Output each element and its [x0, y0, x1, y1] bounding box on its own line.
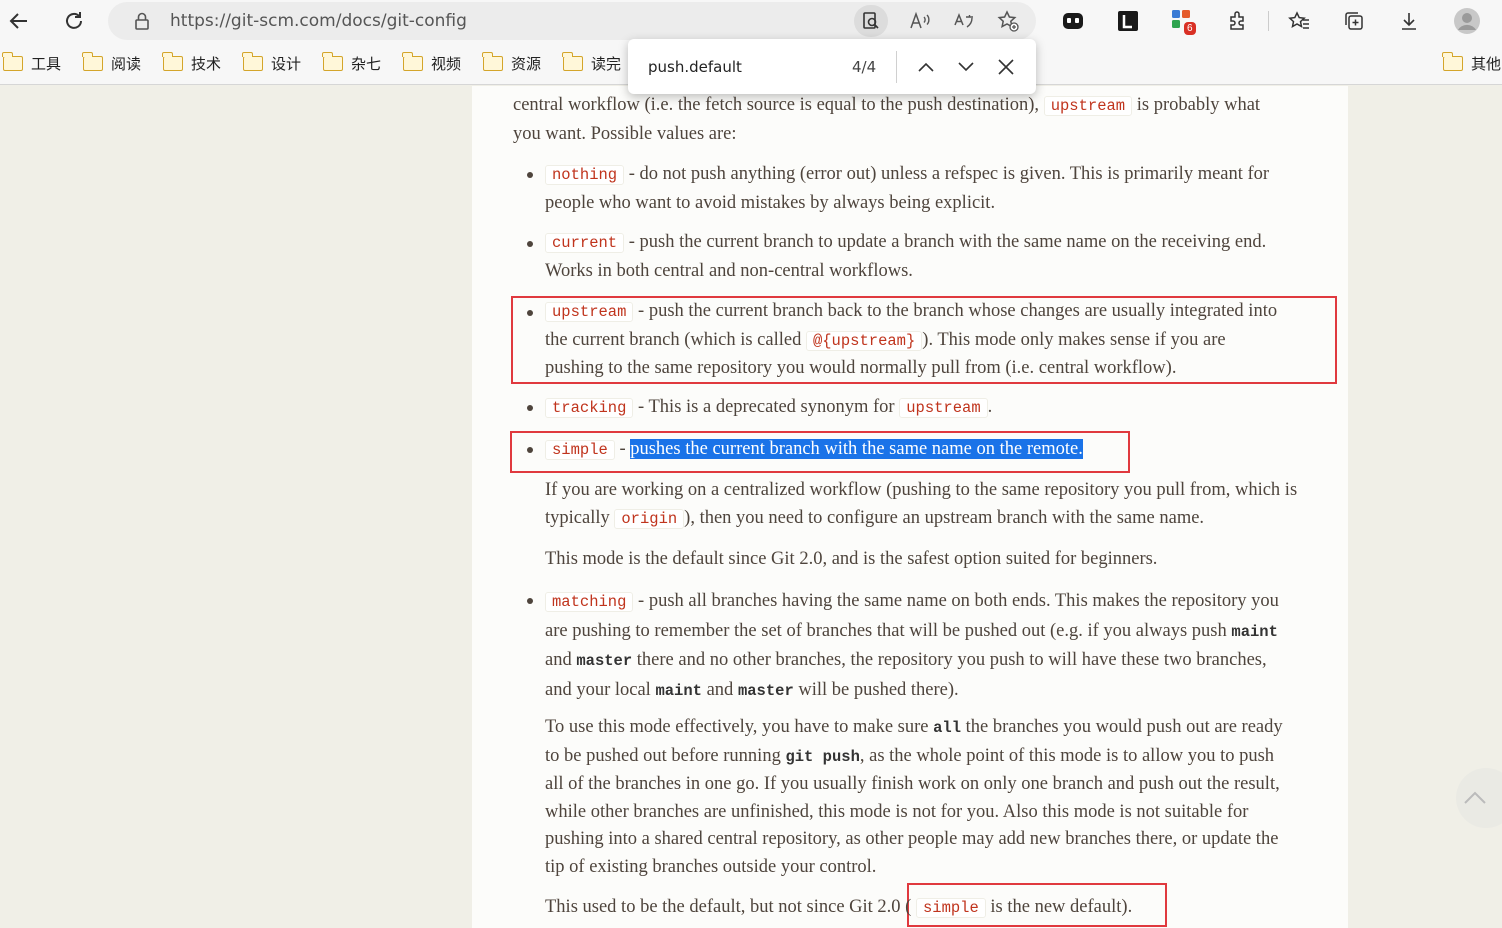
page-viewport[interactable]: central workflow (i.e. the fetch source … [0, 86, 1502, 928]
lock-icon[interactable] [126, 5, 158, 37]
list-item-upstream: upstream - push the current branch back … [545, 301, 1278, 378]
list-item-matching: matching - push all branches having the … [545, 591, 1279, 700]
bullet [527, 405, 533, 411]
read-aloud-icon[interactable] [904, 5, 936, 37]
back-icon[interactable] [3, 5, 35, 37]
bookmark-folder-video[interactable]: 视频 [402, 51, 461, 74]
list-item-current: current - push the current branch to upd… [545, 232, 1267, 281]
code-simple: simple [545, 440, 615, 460]
folder-icon [242, 51, 263, 71]
bullet [527, 310, 533, 316]
bookmark-folder-reading[interactable]: 阅读 [82, 51, 141, 74]
folder-icon [482, 51, 503, 71]
folder-icon [1442, 51, 1463, 71]
extension-icon[interactable] [1057, 5, 1089, 37]
simple-paragraph-2: This mode is the default since Git 2.0, … [545, 549, 1158, 569]
reader-extension-icon[interactable] [1112, 5, 1144, 37]
folder-icon [82, 51, 103, 71]
folder-icon [402, 51, 423, 71]
scroll-to-top-button[interactable] [1456, 768, 1502, 828]
extensions-icon[interactable] [1222, 5, 1254, 37]
list-item-nothing: nothing - do not push anything (error ou… [545, 164, 1270, 213]
list-item-tracking: tracking - This is a deprecated synonym … [545, 394, 1325, 423]
refresh-icon[interactable] [58, 5, 90, 37]
find-previous-button[interactable] [912, 53, 940, 81]
matching-paragraph-effective: To use this mode effectively, you have t… [545, 717, 1283, 877]
bookmark-folder-design[interactable]: 设计 [242, 51, 301, 74]
code-at-upstream: @{upstream} [805, 330, 923, 351]
find-in-page-icon[interactable] [854, 5, 888, 37]
find-highlight: pushes the current branch with the same … [630, 439, 1083, 459]
browser-toolbar: https://git-scm.com/docs/git-config 6 [0, 0, 1502, 42]
code-origin: origin [614, 508, 685, 529]
bullet [527, 598, 533, 604]
downloads-icon[interactable] [1393, 5, 1425, 37]
profile-avatar-icon[interactable] [1451, 5, 1483, 37]
bookmark-folder-other[interactable]: 其他 [1442, 51, 1501, 74]
collections-icon[interactable] [1338, 5, 1370, 37]
url-text[interactable]: https://git-scm.com/docs/git-config [170, 11, 467, 31]
chevron-up-icon [1464, 791, 1486, 804]
bullet [527, 241, 533, 247]
find-match-count: 4/4 [852, 58, 877, 76]
address-bar[interactable]: https://git-scm.com/docs/git-config [108, 2, 1036, 40]
favorites-icon[interactable] [1283, 5, 1315, 37]
bookmark-folder-misc[interactable]: 杂七 [322, 51, 381, 74]
bookmark-folder-tech[interactable]: 技术 [162, 51, 221, 74]
bullet [527, 172, 533, 178]
code-matching: matching [545, 592, 634, 612]
intro-paragraph: central workflow (i.e. the fetch source … [513, 95, 1261, 144]
code-current: current [545, 233, 625, 253]
toolbar-divider [1268, 11, 1269, 31]
add-favorite-icon[interactable] [992, 5, 1024, 37]
code-nothing: nothing [545, 165, 625, 185]
simple-paragraph-1: If you are working on a centralized work… [545, 480, 1298, 529]
code-simple: simple [915, 898, 986, 918]
code-upstream: upstream [545, 302, 634, 322]
bookmark-folder-tools[interactable]: 工具 [2, 51, 61, 74]
translate-icon[interactable] [948, 5, 980, 37]
code-upstream: upstream [1043, 96, 1133, 116]
list-item-simple: simple - pushes the current branch with … [545, 436, 1325, 465]
bookmark-folder-finished[interactable]: 读完 [562, 51, 621, 74]
extension-badge: 6 [1184, 22, 1196, 35]
folder-icon [162, 51, 183, 71]
folder-icon [2, 51, 23, 71]
find-next-button[interactable] [952, 53, 980, 81]
find-input[interactable]: push.default [648, 58, 742, 76]
folder-icon [562, 51, 583, 71]
find-close-button[interactable] [992, 53, 1020, 81]
find-bar: push.default 4/4 [628, 39, 1036, 94]
bullet [527, 447, 533, 453]
code-tracking: tracking [545, 398, 634, 418]
find-divider [896, 51, 897, 83]
code-upstream: upstream [899, 398, 988, 418]
folder-icon [322, 51, 343, 71]
matching-paragraph-last: This used to be the default, but not sin… [545, 897, 1133, 918]
bookmark-folder-resources[interactable]: 资源 [482, 51, 541, 74]
apps-extension-icon[interactable]: 6 [1167, 5, 1199, 37]
